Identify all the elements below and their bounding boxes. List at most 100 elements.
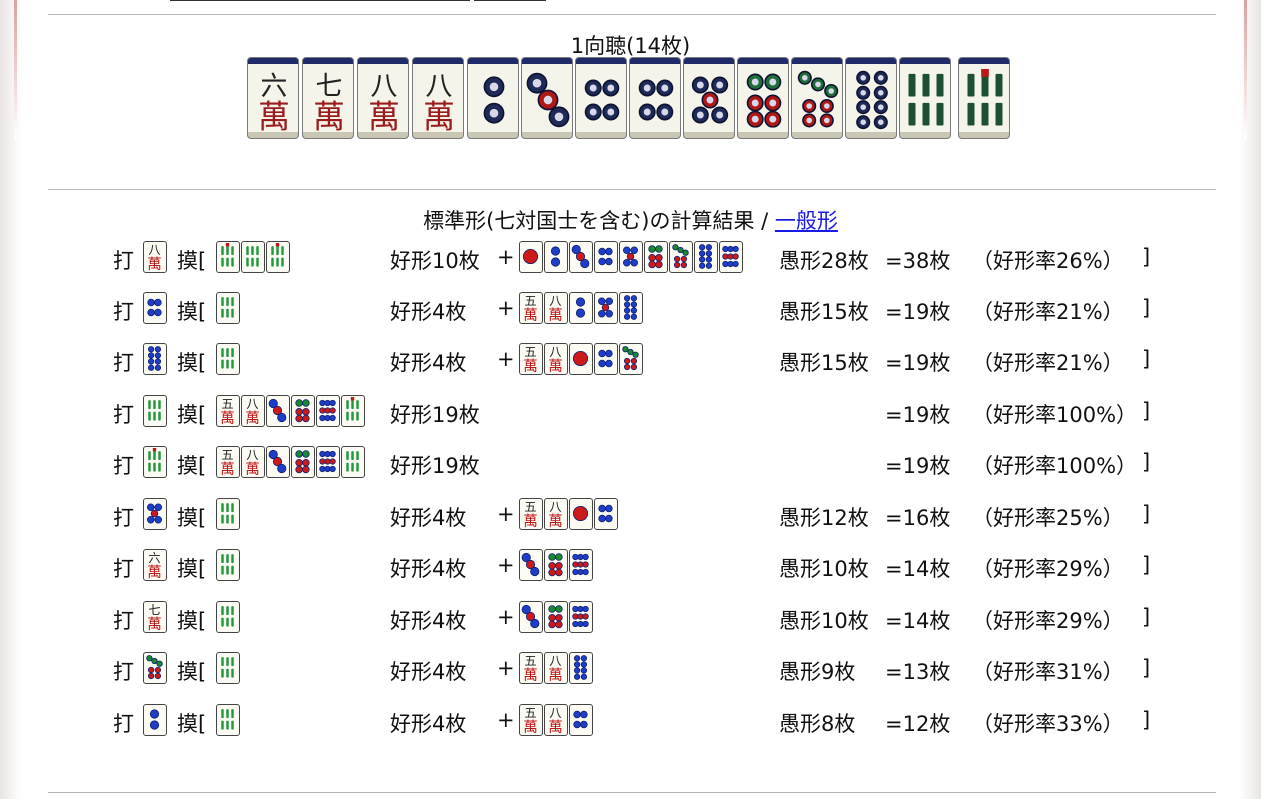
svg-text:萬: 萬 <box>147 564 162 579</box>
pin-4-tile-icon <box>594 241 618 273</box>
discard-label: 打 <box>113 249 134 273</box>
calc-title-text: 標準形(七対国士を含む)の計算結果 / <box>423 209 769 233</box>
svg-text:萬: 萬 <box>548 719 563 734</box>
sou-6-tile-icon <box>143 395 167 427</box>
discard-tile[interactable] <box>143 292 168 324</box>
good-shape-tiles: 五萬八萬 <box>519 343 644 375</box>
pin-1-tile-icon <box>519 241 543 273</box>
pin-6-tile-icon <box>291 395 315 427</box>
result-row: 打六萬摸[好形4枚 + 愚形10枚 =14枚 （好形率29%）] <box>0 549 1261 585</box>
pin-4-tile-icon <box>143 292 167 324</box>
svg-text:萬: 萬 <box>548 358 563 373</box>
draw-tiles: 五萬八萬 <box>216 446 366 478</box>
discard-label: 打 <box>113 403 134 427</box>
total-count: =16枚 <box>885 506 951 530</box>
result-row: 打八萬摸[好形10枚 + 愚形28枚 =38枚 （好形率26%）] <box>0 241 1261 277</box>
good-shape-rate: （好形率25%） <box>972 506 1124 530</box>
good-shape-rate: （好形率29%） <box>972 557 1124 581</box>
svg-text:五: 五 <box>524 654 536 668</box>
draw-label: 摸[ <box>177 454 207 478</box>
bad-shape-count: 愚形12枚 <box>779 506 869 530</box>
good-shape-rate: （好形率100%） <box>972 403 1138 427</box>
svg-text:萬: 萬 <box>220 410 235 425</box>
close-bracket: ] <box>1142 502 1151 526</box>
svg-text:萬: 萬 <box>548 513 563 528</box>
pin-8-tile-icon <box>143 343 167 375</box>
discard-tile[interactable]: 八萬 <box>143 241 168 273</box>
plus-sign: + <box>497 347 515 371</box>
discard-tile[interactable] <box>143 652 168 684</box>
good-shape-count: 好形4枚 <box>390 609 467 633</box>
result-row: 打七萬摸[好形4枚 + 愚形10枚 =14枚 （好形率29%）] <box>0 601 1261 637</box>
pin-2-tile-icon <box>569 292 593 324</box>
close-bracket: ] <box>1142 296 1151 320</box>
pin-7-tile-icon <box>143 652 167 684</box>
pin-3-tile-icon <box>569 241 593 273</box>
discard-tile[interactable]: 七萬 <box>143 601 168 633</box>
close-bracket: ] <box>1142 245 1151 269</box>
man-8-tile-icon: 八萬 <box>544 652 568 684</box>
svg-text:八: 八 <box>549 500 561 514</box>
draw-tiles <box>216 601 241 633</box>
calc-title: 標準形(七対国士を含む)の計算結果 / 一般形 <box>0 205 1261 235</box>
sou-7-tile-icon <box>143 446 167 478</box>
man-5-tile-icon: 五萬 <box>519 704 543 736</box>
discard-tile[interactable] <box>143 704 168 736</box>
good-shape-count: 好形4枚 <box>390 300 467 324</box>
good-shape-rate: （好形率33%） <box>972 712 1124 736</box>
svg-text:八: 八 <box>148 243 160 257</box>
close-bracket: ] <box>1142 708 1151 732</box>
discard-label: 打 <box>113 609 134 633</box>
draw-label: 摸[ <box>177 300 207 324</box>
discard-tile[interactable]: 六萬 <box>143 549 168 581</box>
good-shape-rate: （好形率26%） <box>972 249 1124 273</box>
pin-3-tile <box>521 57 573 139</box>
pin-2-tile <box>467 57 519 139</box>
good-shape-rate: （好形率21%） <box>972 351 1124 375</box>
svg-text:萬: 萬 <box>423 98 455 132</box>
general-form-link[interactable]: 一般形 <box>775 209 838 233</box>
pin-5-tile <box>683 57 735 139</box>
draw-tiles <box>216 549 241 581</box>
good-shape-tiles <box>519 241 744 273</box>
man-8-tile-icon: 八萬 <box>544 498 568 530</box>
close-bracket: ] <box>1142 399 1151 423</box>
pin-3-tile-icon <box>266 446 290 478</box>
man-5-tile-icon: 五萬 <box>519 498 543 530</box>
sou-6-tile-icon <box>216 704 240 736</box>
discard-tile[interactable] <box>143 343 168 375</box>
sou-6-tile-icon <box>216 498 240 530</box>
close-bracket: ] <box>1142 450 1151 474</box>
svg-text:萬: 萬 <box>147 256 162 271</box>
total-count: =14枚 <box>885 609 951 633</box>
svg-text:萬: 萬 <box>523 719 538 734</box>
sou-6-tile-icon <box>216 549 240 581</box>
top-link-underline <box>474 0 546 1</box>
sou-6-tile-icon <box>341 446 365 478</box>
good-shape-count: 好形19枚 <box>390 403 480 427</box>
svg-text:萬: 萬 <box>258 98 290 132</box>
plus-sign: + <box>497 553 515 577</box>
man-8-tile-icon: 八萬 <box>143 241 167 273</box>
result-row: 打摸[好形4枚 + 五萬八萬愚形9枚 =13枚 （好形率31%）] <box>0 652 1261 688</box>
discard-tile[interactable] <box>143 498 168 530</box>
result-row: 打摸[好形4枚 + 五萬八萬愚形15枚 =19枚 （好形率21%）] <box>0 292 1261 328</box>
man-8-tile-icon: 八萬 <box>544 343 568 375</box>
discard-tile[interactable] <box>143 446 168 478</box>
total-count: =19枚 <box>885 454 951 478</box>
pin-4-tile <box>629 57 681 139</box>
divider <box>48 14 1216 15</box>
man-8-tile: 八萬 <box>357 57 409 139</box>
svg-text:五: 五 <box>524 345 536 359</box>
close-bracket: ] <box>1142 605 1151 629</box>
pin-8-tile-icon <box>569 652 593 684</box>
sou-6-tile-icon <box>216 652 240 684</box>
good-shape-tiles <box>519 601 594 633</box>
svg-text:萬: 萬 <box>245 461 260 476</box>
discard-label: 打 <box>113 506 134 530</box>
pin-3-tile-icon <box>519 601 543 633</box>
sou-6-tile-icon <box>216 292 240 324</box>
discard-tile[interactable] <box>143 395 168 427</box>
svg-text:五: 五 <box>221 448 233 462</box>
man-5-tile-icon: 五萬 <box>216 446 240 478</box>
